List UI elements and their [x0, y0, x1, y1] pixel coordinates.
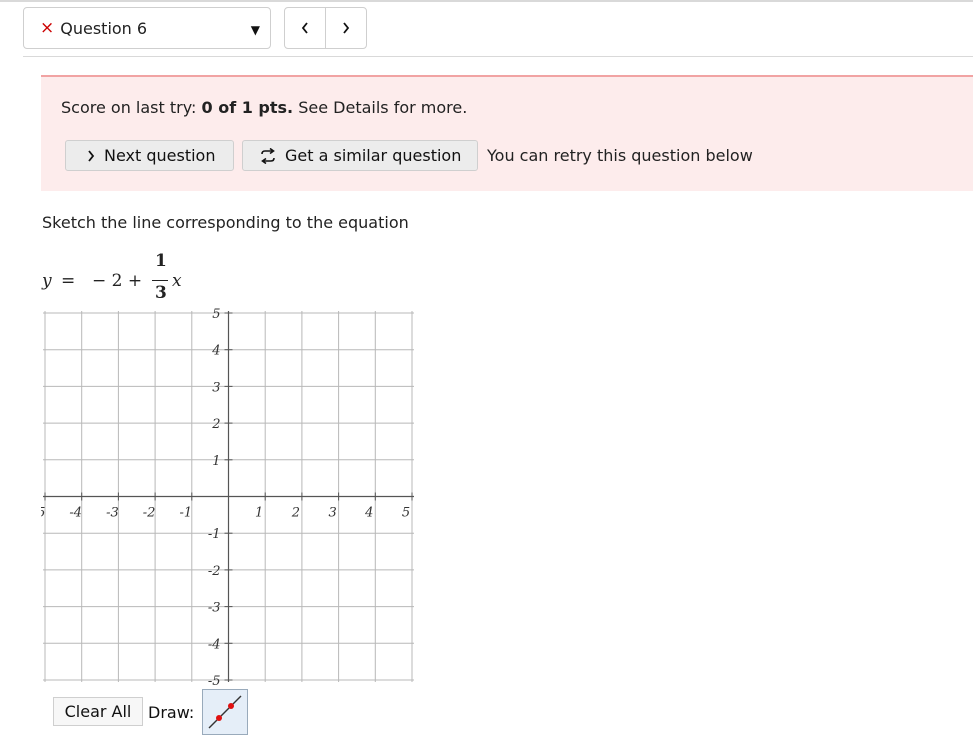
x-tick-label: -4	[69, 506, 82, 521]
y-tick-label: -4	[208, 637, 221, 652]
eq-lhs: y	[42, 271, 52, 291]
y-tick-label: -2	[208, 564, 221, 579]
next-question-label: Next question	[104, 146, 216, 165]
y-tick-label: 2	[211, 417, 220, 432]
eq-numerator: 1	[155, 251, 167, 271]
y-tick-label: -1	[208, 527, 221, 542]
y-tick-label: -3	[208, 601, 221, 616]
header-divider	[23, 56, 973, 57]
chevron-right-icon	[343, 22, 350, 34]
eq-fraction-bar	[152, 280, 168, 281]
y-tick-label: 3	[212, 380, 220, 395]
question-nav	[284, 7, 367, 49]
x-tick-label: -2	[143, 506, 156, 521]
x-tick-label: -3	[106, 506, 119, 521]
retry-message: You can retry this question below	[487, 146, 753, 165]
eq-equals: =	[61, 271, 76, 291]
line-tool-button[interactable]	[202, 689, 248, 735]
x-tick-label: 5	[402, 506, 410, 521]
x-tick-label: -5	[41, 506, 45, 521]
chevron-left-icon	[301, 22, 308, 34]
next-question-button[interactable]: Next question	[65, 140, 234, 171]
y-tick-label: 1	[212, 454, 220, 469]
similar-question-button[interactable]: Get a similar question	[242, 140, 478, 171]
top-divider	[0, 0, 973, 2]
question-selector-label: Question 6	[60, 18, 148, 38]
eq-denominator: 3	[155, 283, 167, 303]
question-prompt: Sketch the line corresponding to the equ…	[42, 213, 409, 232]
clear-all-button[interactable]: Clear All	[53, 697, 143, 726]
x-tick-label: 3	[328, 506, 336, 521]
score-text: Score on last try: 0 of 1 pts. See Detai…	[61, 98, 467, 117]
line-segment-icon	[208, 695, 242, 729]
y-tick-label: -5	[208, 674, 221, 685]
x-tick-label: 2	[291, 506, 300, 521]
chevron-right-icon	[88, 149, 95, 162]
x-tick-label: 1	[255, 506, 263, 521]
equation: y = − 2 + 1 3 x	[42, 251, 242, 306]
score-alert: Score on last try: 0 of 1 pts. See Detai…	[41, 75, 973, 191]
previous-question-button[interactable]	[285, 8, 326, 48]
x-tick-label: -1	[179, 506, 192, 521]
next-question-nav-button[interactable]	[326, 8, 366, 48]
eq-constant: − 2 +	[92, 271, 143, 291]
retry-arrows-icon	[261, 147, 275, 164]
x-tick-label: 4	[364, 506, 373, 521]
graph-canvas[interactable]: -5 -4 -3 -2 -1 1 2 3 4 5 5 4 3 2 1 -1 -2 -3 -4 -5	[41, 305, 421, 685]
score-suffix: See Details for more.	[293, 98, 468, 117]
y-tick-label: 5	[212, 307, 220, 322]
y-tick-label: 4	[211, 344, 220, 359]
question-selector[interactable]: × Question 6 ▼	[23, 7, 271, 49]
incorrect-x-icon: ×	[40, 18, 55, 38]
score-prefix: Score on last try:	[61, 98, 202, 117]
eq-variable: x	[172, 271, 182, 291]
similar-question-label: Get a similar question	[285, 146, 462, 165]
draw-label: Draw:	[148, 703, 195, 722]
dropdown-caret-icon: ▼	[250, 23, 260, 37]
score-value: 0 of 1 pts.	[201, 98, 294, 117]
